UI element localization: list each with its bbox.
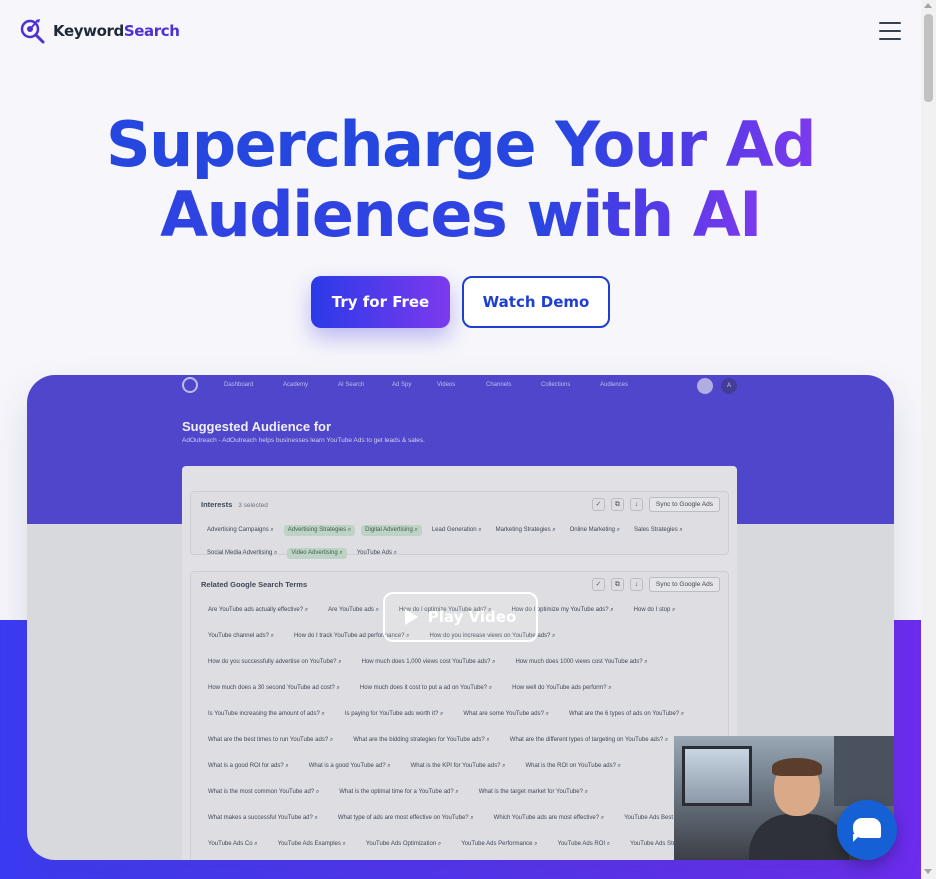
scroll-up-arrow-icon[interactable] [924,3,932,8]
app-preview-video[interactable]: Dashboard Academy AI Search Ad Spy Video… [27,375,894,860]
scroll-down-arrow-icon[interactable] [924,869,932,874]
logo-text-search: Search [123,22,180,40]
play-icon [404,609,418,625]
hero-title-line2-b: with AI [526,178,762,251]
webcam-window [682,746,752,806]
chat-widget-button[interactable] [837,800,897,860]
watch-demo-button[interactable]: Watch Demo [462,276,610,328]
webcam-presenter-hair [772,758,822,776]
chat-bubble-tail [853,834,861,842]
site-logo[interactable]: KeywordSearch [19,17,180,45]
play-video-button[interactable]: Play Video [383,592,538,642]
try-for-free-button[interactable]: Try for Free [311,276,450,328]
hero-title-line2-a: Audiences [160,178,527,251]
page-scrollbar[interactable] [921,0,936,879]
site-header: KeywordSearch [0,0,921,62]
scrollbar-thumb[interactable] [924,14,933,102]
logo-text-keyword: Keyword [53,22,124,40]
webcam-presenter-body [749,814,849,860]
hero-title-line1-a: Supercharge [105,108,556,181]
play-video-label: Play Video [427,608,517,626]
logo-wordmark: KeywordSearch [53,22,180,40]
hamburger-menu-icon[interactable] [879,22,901,42]
webcam-building [834,736,894,806]
hero-title: Supercharge Your Ad Audiences with AI [0,110,921,250]
magnifier-target-icon [20,19,45,44]
hero-title-line1-b: Your Ad [555,108,816,181]
